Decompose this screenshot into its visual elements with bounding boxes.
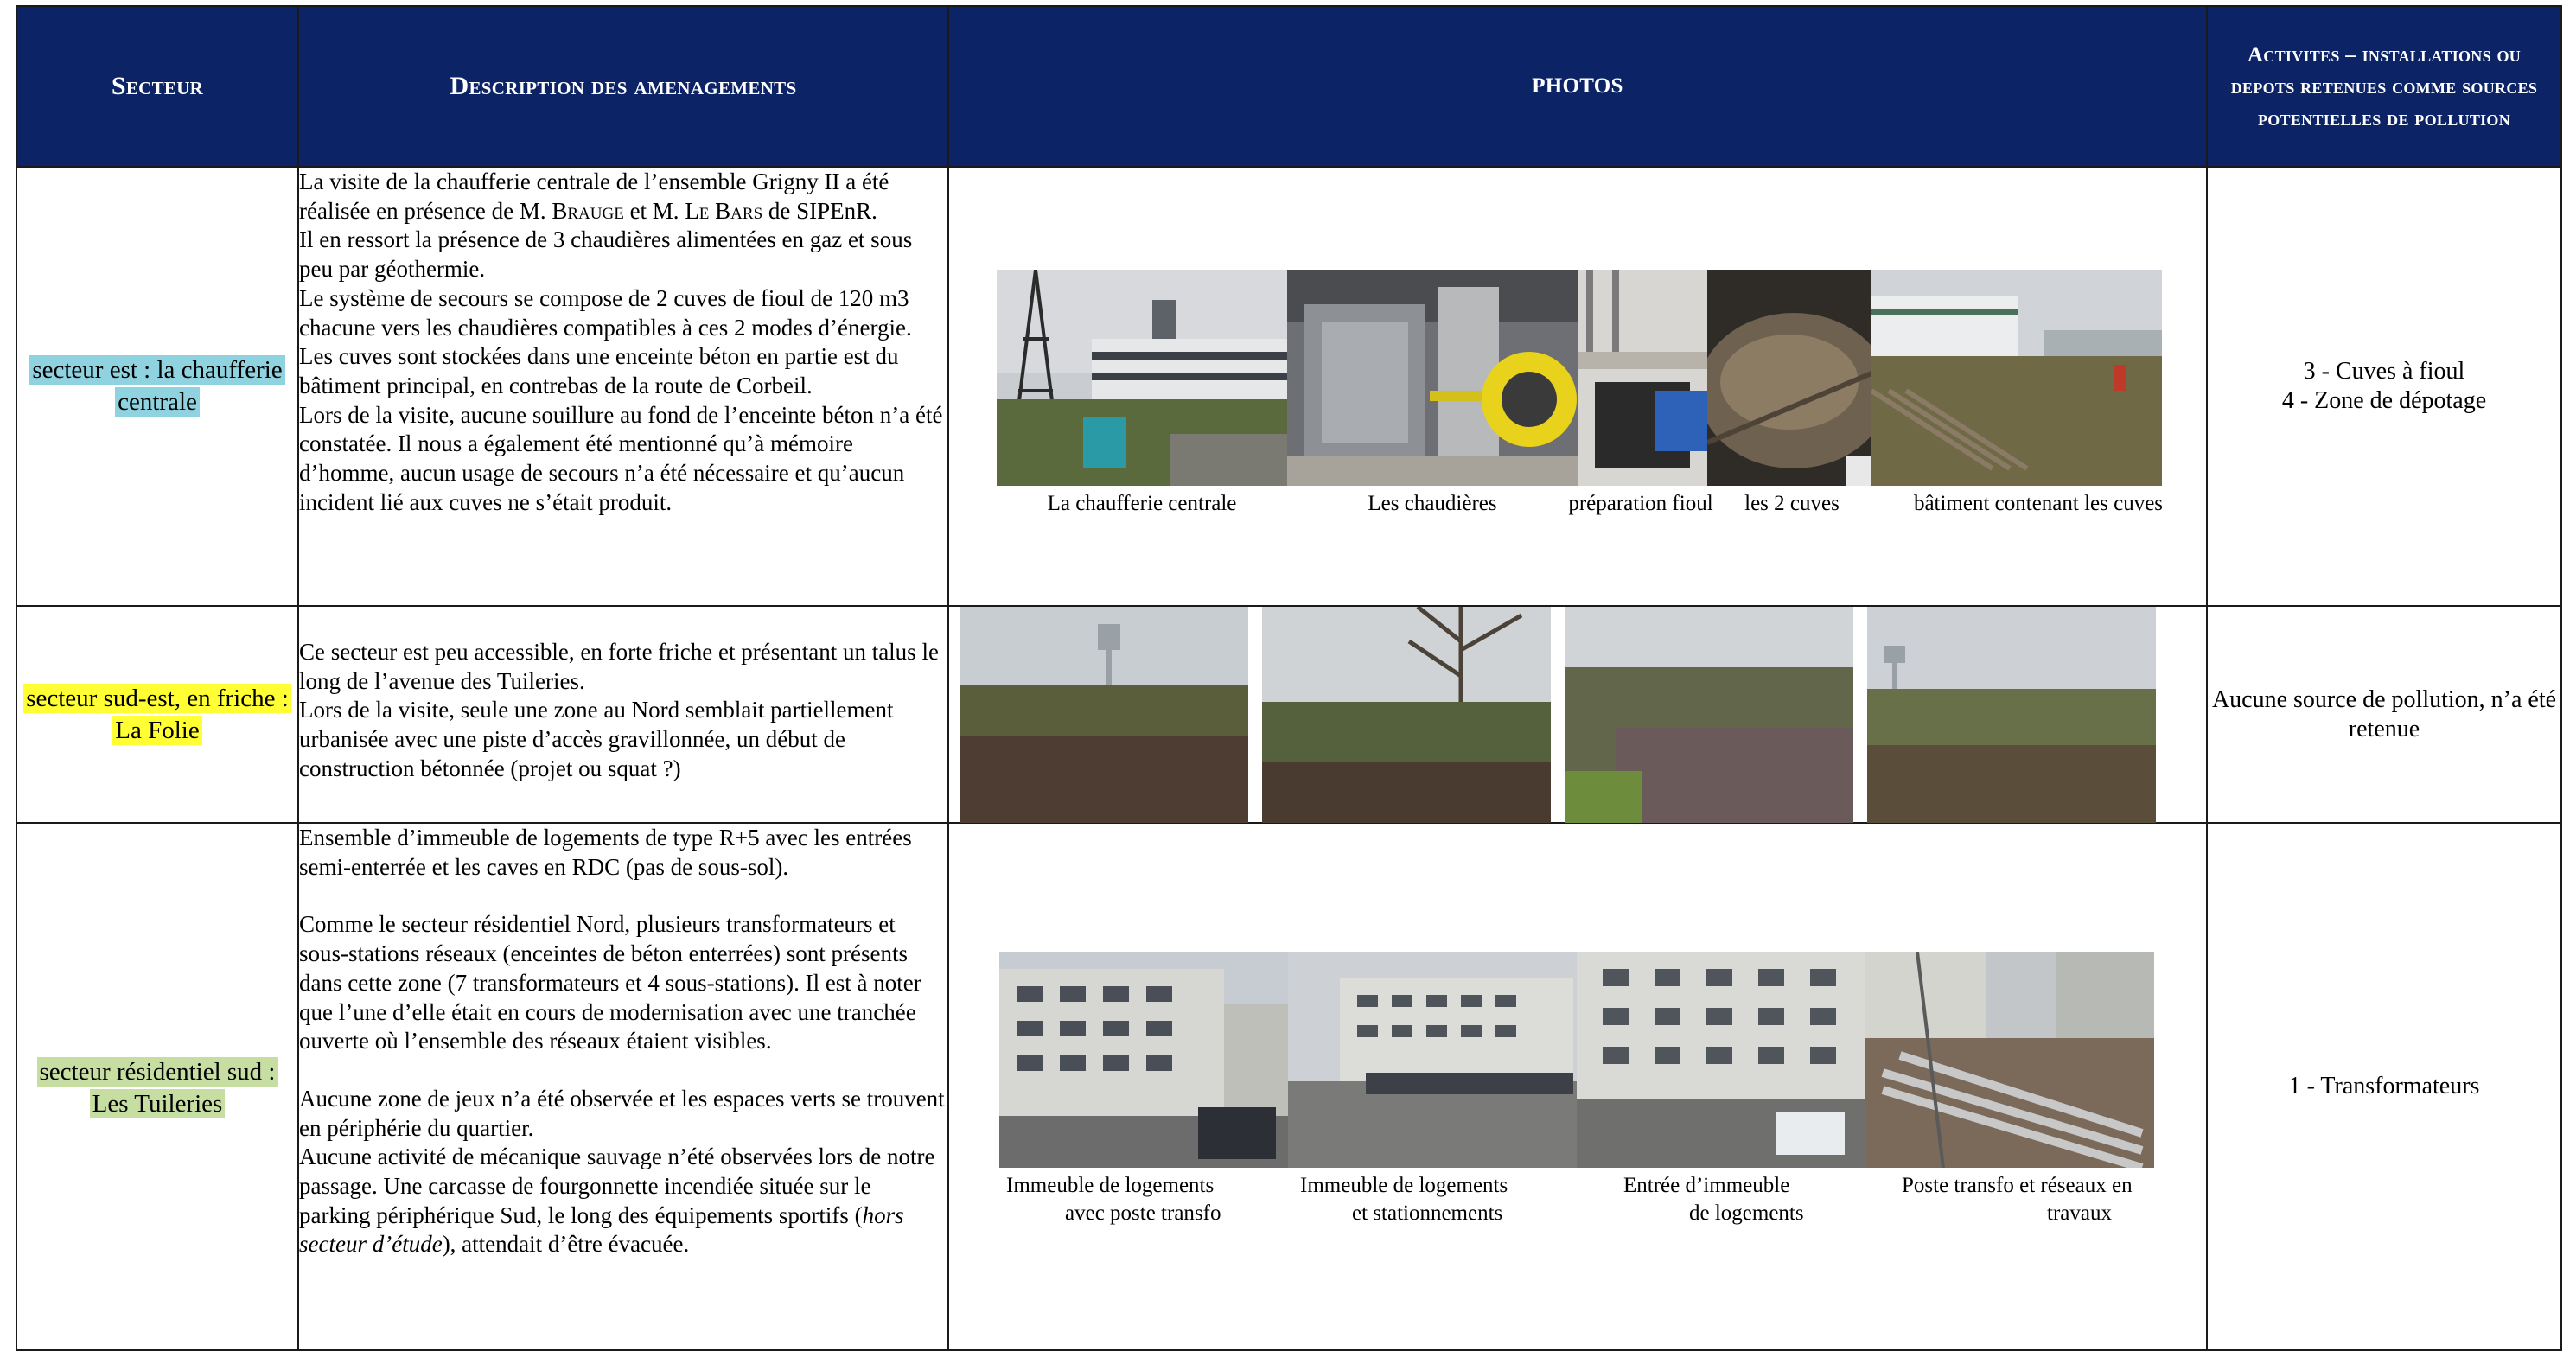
description-paragraph: Aucune zone de jeux n’a été observée et … (299, 1085, 945, 1141)
activity-item: 1 - Transformateurs (2288, 1073, 2480, 1099)
sector-cell: secteur sud-est, en friche : La Folie (16, 605, 299, 824)
photo-batiment-cuves (1871, 270, 2162, 486)
photo-caption: Entrée d’immeuble de logements (1623, 1174, 1804, 1225)
photo-caption: La chaufferie centrale (1047, 492, 1237, 515)
description-paragraph: Comme le secteur résidentiel Nord, plusi… (299, 911, 921, 1055)
activity-item: Aucune source de pollution, n’a été rete… (2211, 685, 2557, 742)
description-cell: Ensemble d’immeuble de logements de type… (297, 822, 949, 1351)
description-paragraph: Aucune activité de mécanique sauvage n’é… (299, 1144, 935, 1258)
header-row: Secteur Description des amenagements PHO… (16, 5, 2562, 168)
description-paragraph: Lors de la visite, seule une zone au Nor… (299, 697, 894, 781)
photo-friche-1 (960, 607, 1248, 823)
sector-cell: secteur est : la chaufferie centrale (16, 166, 299, 607)
table-row-la-folie: secteur sud-est, en friche : La Folie Ce… (16, 605, 2562, 824)
activities-cell: 3 - Cuves à fioul 4 - Zone de dépotage (2206, 166, 2562, 607)
photo-friche-4 (1867, 607, 2156, 823)
photo-entree-immeuble (1577, 952, 1865, 1168)
activities-cell: 1 - Transformateurs (2206, 822, 2562, 1351)
photo-caption: Immeuble de logements et stationnements (1300, 1174, 1508, 1225)
photos-cell (947, 605, 2208, 824)
photo-caption: Poste transfo et réseaux en travaux (1902, 1174, 2133, 1225)
sector-label: secteur résidentiel sud : Les Tuileries (36, 1057, 278, 1118)
photo-caption: les 2 cuves (1744, 492, 1840, 515)
photo-chaufferie-centrale (997, 270, 1287, 486)
photo-caption: bâtiment contenant les cuves (1913, 492, 2164, 515)
description-paragraph: Lors de la visite, aucune souillure au f… (299, 401, 943, 515)
photo-preparation-fioul (1578, 270, 1707, 486)
description-cell: La visite de la chaufferie centrale de l… (297, 166, 949, 607)
table-row-chaufferie: secteur est : la chaufferie centrale La … (16, 166, 2562, 607)
description-paragraph: Ce secteur est peu accessible, en forte … (299, 639, 939, 694)
photo-immeuble-transfo (999, 952, 1288, 1168)
photo-caption: Les chaudières (1368, 492, 1497, 515)
description-cell: Ce secteur est peu accessible, en forte … (297, 605, 949, 824)
description-paragraph: Le système de secours se compose de 2 cu… (299, 284, 912, 398)
sector-label: secteur sud-est, en friche : La Folie (23, 683, 291, 745)
photo-caption: préparation fioul (1568, 492, 1713, 515)
activity-item: 4 - Zone de dépotage (2281, 387, 2487, 414)
photo-poste-transfo-travaux (1865, 952, 2154, 1168)
table-row-tuileries: secteur résidentiel sud : Les Tuileries … (16, 822, 2562, 1351)
sector-cell: secteur résidentiel sud : Les Tuileries (16, 822, 299, 1351)
activity-item: 3 - Cuves à fioul (2303, 358, 2465, 385)
photos-cell: Immeuble de logements avec poste transfo… (947, 822, 2208, 1351)
photo-caption: Immeuble de logements avec poste transfo (1006, 1174, 1221, 1225)
photo-friche-2 (1262, 607, 1551, 823)
description-paragraph: Ensemble d’immeuble de logements de type… (299, 825, 912, 880)
photo-immeuble-stationnements (1288, 952, 1577, 1168)
photo-friche-3 (1565, 607, 1853, 823)
description-paragraph: Il en ressort la présence de 3 chaudière… (299, 226, 913, 283)
header-description: Description des amenagements (297, 5, 949, 168)
activities-cell: Aucune source de pollution, n’a été rete… (2206, 605, 2562, 824)
header-secteur: Secteur (16, 5, 299, 168)
sector-label: secteur est : la chaufferie centrale (29, 355, 285, 417)
sources-pollution-table: Secteur Description des amenagements PHO… (16, 5, 2562, 1351)
photos-cell: La chaufferie centrale Les chaudières pr… (947, 166, 2208, 607)
header-activites: Activites – installations ou depots rete… (2206, 5, 2562, 168)
header-photos: PHOTOS (947, 5, 2208, 168)
photo-deux-cuves (1707, 270, 1871, 486)
description-paragraph: La visite de la chaufferie centrale de l… (299, 169, 889, 224)
photo-chaudieres (1287, 270, 1578, 486)
